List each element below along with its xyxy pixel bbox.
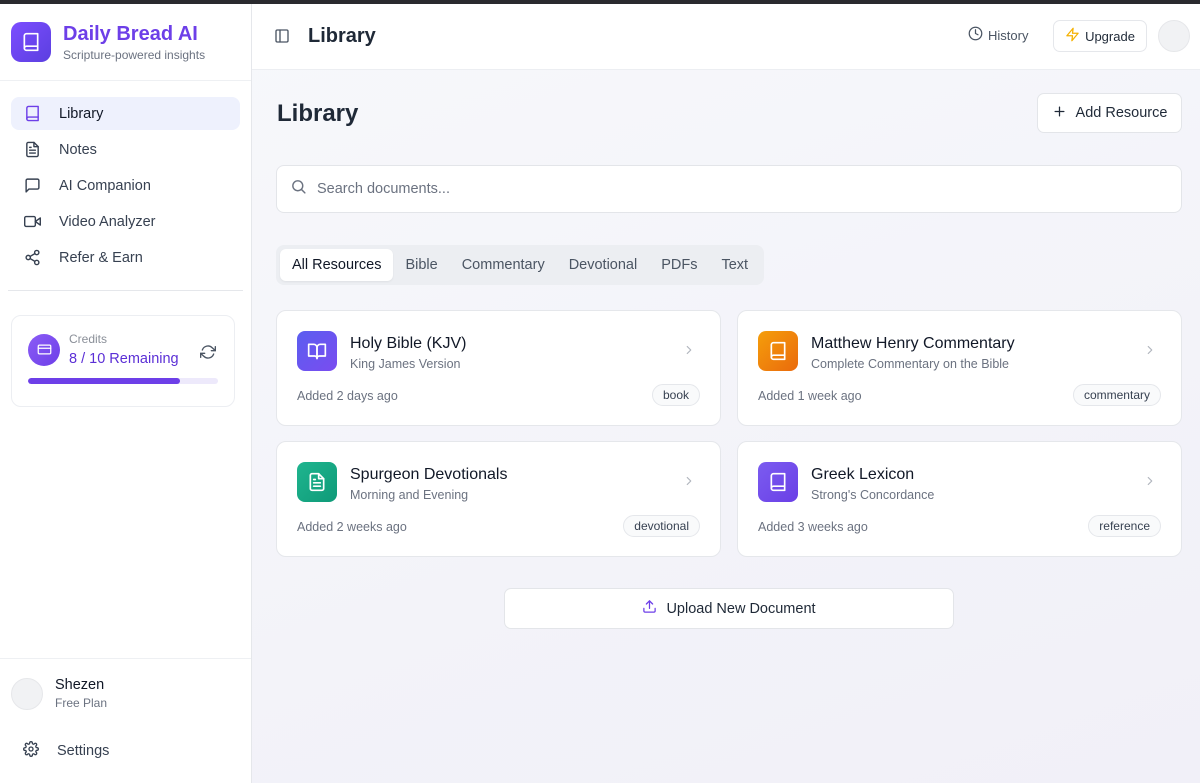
card-title: Matthew Henry Commentary bbox=[811, 335, 1015, 352]
credits-progress-fill bbox=[28, 378, 180, 384]
card-added-date: Added 1 week ago bbox=[758, 389, 862, 403]
upload-label: Upload New Document bbox=[666, 600, 816, 617]
add-resource-button[interactable]: Add Resource bbox=[1037, 93, 1182, 133]
status-badge: devotional bbox=[623, 515, 700, 537]
card-subtitle: Morning and Evening bbox=[350, 488, 469, 502]
card-added-date: Added 3 weeks ago bbox=[758, 520, 868, 534]
card-subtitle: Strong's Concordance bbox=[811, 488, 935, 502]
sidebar-item-refer-earn[interactable]: Refer & Earn bbox=[11, 241, 240, 274]
file-text-icon bbox=[297, 462, 337, 502]
upgrade-button[interactable]: Upgrade bbox=[1053, 20, 1147, 52]
share-icon bbox=[23, 249, 41, 267]
sidebar-item-settings[interactable]: Settings bbox=[11, 735, 109, 767]
credit-card-icon bbox=[28, 333, 60, 366]
sidebar-item-label: Library bbox=[59, 105, 104, 122]
page-title: Library bbox=[277, 100, 359, 127]
clock-icon bbox=[968, 26, 983, 44]
add-resource-label: Add Resource bbox=[1075, 105, 1168, 121]
card-title: Greek Lexicon bbox=[811, 466, 915, 483]
video-icon bbox=[23, 213, 41, 231]
sidebar-item-notes[interactable]: Notes bbox=[11, 133, 240, 166]
search-input[interactable] bbox=[317, 181, 1157, 197]
sidebar-item-video-analyzer[interactable]: Video Analyzer bbox=[11, 205, 240, 238]
main-content: Library History Upgrade Library Add Reso… bbox=[252, 4, 1200, 783]
brand-subtitle: Scripture-powered insights bbox=[63, 47, 206, 62]
card-title: Spurgeon Devotionals bbox=[350, 466, 508, 483]
brand-title: Daily Bread AI bbox=[63, 22, 198, 45]
topbar-title: Library bbox=[308, 25, 376, 47]
status-badge: reference bbox=[1088, 515, 1161, 537]
upgrade-label: Upgrade bbox=[1085, 28, 1135, 44]
resource-card-spurgeon[interactable]: Spurgeon Devotionals Morning and Evening… bbox=[276, 441, 721, 557]
chevron-right-icon bbox=[1143, 343, 1157, 362]
book-icon bbox=[11, 22, 51, 62]
settings-label: Settings bbox=[57, 743, 110, 759]
card-subtitle: King James Version bbox=[350, 357, 461, 371]
sidebar-divider bbox=[8, 290, 243, 291]
sidebar-item-label: Refer & Earn bbox=[59, 249, 143, 266]
card-subtitle: Complete Commentary on the Bible bbox=[811, 357, 1010, 371]
status-badge: book bbox=[651, 384, 700, 406]
file-text-icon bbox=[23, 141, 41, 159]
user-name: Shezen bbox=[55, 677, 105, 693]
history-button[interactable]: History bbox=[968, 26, 1028, 44]
card-added-date: Added 2 days ago bbox=[297, 389, 398, 403]
sidebar-item-label: Video Analyzer bbox=[59, 213, 156, 230]
search-bar bbox=[276, 165, 1182, 213]
topbar: Library History Upgrade bbox=[252, 4, 1200, 70]
chevron-right-icon bbox=[682, 343, 696, 362]
tab-text[interactable]: Text bbox=[709, 249, 760, 281]
search-icon bbox=[290, 178, 307, 200]
sidebar-item-library[interactable]: Library bbox=[11, 97, 240, 130]
gear-icon bbox=[23, 740, 39, 762]
plus-icon bbox=[1052, 104, 1067, 123]
card-title: Holy Bible (KJV) bbox=[350, 335, 467, 352]
message-square-icon bbox=[23, 177, 41, 195]
resource-card-greek-lexicon[interactable]: Greek Lexicon Strong's Concordance Added… bbox=[737, 441, 1182, 557]
sidebar-nav: Library Notes AI Companion Video Analyze… bbox=[0, 81, 251, 274]
tab-pdfs[interactable]: PDFs bbox=[649, 249, 709, 281]
open-book-icon bbox=[297, 331, 337, 371]
tab-bible[interactable]: Bible bbox=[393, 249, 449, 281]
upload-icon bbox=[642, 599, 657, 618]
avatar[interactable] bbox=[1158, 20, 1190, 52]
status-badge: commentary bbox=[1072, 384, 1161, 406]
card-added-date: Added 2 weeks ago bbox=[297, 520, 407, 534]
user-profile[interactable]: Shezen Free Plan bbox=[0, 658, 251, 728]
book-icon bbox=[758, 462, 798, 502]
user-plan: Free Plan bbox=[55, 696, 108, 710]
upload-document-button[interactable]: Upload New Document bbox=[504, 588, 954, 629]
sidebar-item-label: AI Companion bbox=[59, 177, 151, 194]
tab-devotional[interactable]: Devotional bbox=[557, 249, 650, 281]
book-icon bbox=[758, 331, 798, 371]
lightning-icon bbox=[1065, 27, 1080, 45]
sidebar-item-label: Notes bbox=[59, 141, 97, 158]
resource-card-matthew-henry[interactable]: Matthew Henry Commentary Complete Commen… bbox=[737, 310, 1182, 426]
sidebar-item-ai-companion[interactable]: AI Companion bbox=[11, 169, 240, 202]
chevron-right-icon bbox=[682, 474, 696, 493]
chevron-right-icon bbox=[1143, 474, 1157, 493]
app-root: Daily Bread AI Scripture-powered insight… bbox=[0, 4, 1200, 783]
credits-card: Credits 8 / 10 Remaining bbox=[11, 315, 235, 407]
refresh-icon[interactable] bbox=[200, 344, 216, 365]
tab-commentary[interactable]: Commentary bbox=[450, 249, 557, 281]
tab-all-resources[interactable]: All Resources bbox=[280, 249, 394, 281]
credits-value: 8 / 10 Remaining bbox=[69, 351, 179, 367]
resource-tabs: All Resources Bible Commentary Devotiona… bbox=[276, 245, 765, 285]
brand[interactable]: Daily Bread AI Scripture-powered insight… bbox=[0, 4, 251, 81]
avatar bbox=[11, 677, 43, 710]
credits-label: Credits bbox=[69, 332, 108, 346]
credits-progress-bar bbox=[28, 378, 218, 384]
sidebar-toggle-icon[interactable] bbox=[274, 28, 290, 49]
sidebar: Daily Bread AI Scripture-powered insight… bbox=[0, 4, 252, 783]
book-icon bbox=[23, 105, 41, 123]
resource-card-holy-bible[interactable]: Holy Bible (KJV) King James Version Adde… bbox=[276, 310, 721, 426]
history-label: History bbox=[988, 27, 1029, 43]
